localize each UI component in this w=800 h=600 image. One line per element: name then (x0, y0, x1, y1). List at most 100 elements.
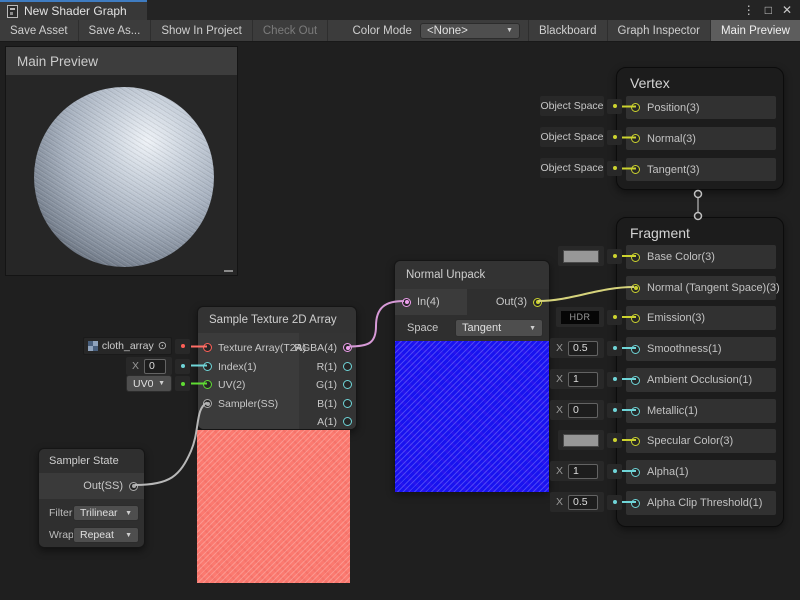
wrap-value: Repeat (80, 529, 114, 541)
alpha-clip-port[interactable] (631, 499, 640, 508)
stack-connector-dot-top (695, 191, 702, 198)
save-asset-button[interactable]: Save Asset (0, 20, 79, 41)
r-port[interactable] (343, 362, 352, 371)
texture-object-field[interactable]: cloth_array ⊙ (83, 337, 172, 355)
main-preview-button[interactable]: Main Preview (710, 20, 800, 41)
emission-port[interactable] (631, 314, 640, 323)
sampler-port[interactable] (203, 399, 212, 408)
smoothness-value-field[interactable]: 0.5 (568, 341, 598, 356)
metallic-port[interactable] (631, 407, 640, 416)
filter-dropdown[interactable]: Trilinear ▼ (73, 505, 139, 521)
smoothness-port[interactable] (631, 345, 640, 354)
graph-inspector-button[interactable]: Graph Inspector (607, 20, 710, 41)
base-color-port[interactable] (631, 253, 640, 262)
resize-handle[interactable] (224, 270, 233, 272)
port-stub (607, 130, 622, 145)
alpha-value-field[interactable]: 1 (568, 464, 598, 479)
specular-color-port[interactable] (631, 437, 640, 446)
metallic-widget: X0 (550, 400, 622, 420)
x-label: X (556, 342, 563, 354)
a-port[interactable] (343, 417, 352, 426)
sampler-state-node[interactable]: Sampler State Out(SS) Filter Trilinear ▼… (38, 448, 145, 548)
tangent-port[interactable] (631, 165, 640, 174)
port-stub (607, 310, 622, 325)
alpha-port[interactable] (631, 468, 640, 477)
rgba-label: RGBA(4) (294, 342, 337, 354)
sample-texture-2d-array-node[interactable]: Sample Texture 2D Array Texture Array(T2… (197, 306, 357, 430)
metallic-value-field[interactable]: 0 (568, 403, 598, 418)
index-value-widget: X0 (126, 357, 190, 375)
x-label: X (556, 496, 563, 508)
vertex-row-normal[interactable]: Normal(3) (626, 127, 776, 150)
maximize-icon[interactable]: □ (765, 4, 772, 16)
tangent-space-selector[interactable]: Object Space (540, 158, 604, 178)
blackboard-button[interactable]: Blackboard (528, 20, 607, 41)
ambient-occlusion-value-field[interactable]: 1 (568, 372, 598, 387)
hdr-swatch[interactable]: HDR (561, 311, 599, 324)
fragment-row-normal-ts[interactable]: Normal (Tangent Space)(3) (626, 276, 776, 300)
texture-name: cloth_array (102, 340, 154, 352)
color-swatch[interactable] (563, 434, 599, 447)
output-a: A(1) (317, 413, 352, 430)
normal-ts-port[interactable] (631, 284, 640, 293)
sampler-state-title: Sampler State (39, 449, 144, 473)
show-in-project-button[interactable]: Show In Project (151, 20, 253, 41)
input-texture-array: Texture Array(T2A) (203, 339, 306, 356)
more-icon[interactable]: ⋮ (743, 4, 755, 16)
uv-channel-dropdown[interactable]: UV0 ▼ (126, 375, 172, 392)
alpha-clip-widget: X 0.5 (550, 492, 622, 512)
uv-channel-widget: UV0 ▼ (126, 375, 190, 392)
color-swatch[interactable] (563, 250, 599, 263)
fragment-node[interactable]: Fragment Base Color(3) Normal (Tangent S… (616, 217, 784, 527)
index-port[interactable] (203, 362, 212, 371)
save-as-button[interactable]: Save As... (79, 20, 152, 41)
b-port[interactable] (343, 399, 352, 408)
smoothness-label: Smoothness(1) (647, 343, 722, 355)
fragment-row-alpha[interactable]: Alpha(1) (626, 460, 776, 484)
normal-port[interactable] (631, 134, 640, 143)
texture-array-port[interactable] (203, 343, 212, 352)
shader-preview-sphere[interactable] (34, 87, 214, 267)
fragment-row-emission[interactable]: Emission(3) (626, 306, 776, 330)
in-port[interactable] (402, 298, 411, 307)
filter-value: Trilinear (80, 507, 118, 519)
vertex-row-tangent[interactable]: Tangent(3) (626, 158, 776, 181)
emission-widget: HDR (556, 307, 622, 327)
fragment-row-smoothness[interactable]: Smoothness(1) (626, 337, 776, 361)
fragment-row-specular-color[interactable]: Specular Color(3) (626, 429, 776, 453)
texture-array-label: Texture Array(T2A) (218, 342, 306, 354)
alpha-clip-value-field[interactable]: 0.5 (568, 495, 598, 510)
fragment-row-metallic[interactable]: Metallic(1) (626, 399, 776, 423)
normal-unpack-node[interactable]: Normal Unpack In(4) Out(3) Space Tangent… (394, 260, 550, 492)
uv-port[interactable] (203, 380, 212, 389)
emission-hdr-field[interactable]: HDR (556, 307, 604, 327)
rgba-port[interactable] (343, 343, 352, 352)
uv-channel-value: UV0 (133, 378, 153, 390)
vertex-node[interactable]: Vertex Position(3) Normal(3) Tangent(3) (616, 67, 784, 190)
filter-label: Filter (49, 507, 72, 519)
base-color-swatch-field[interactable] (558, 246, 604, 266)
object-picker-icon[interactable]: ⊙ (158, 341, 167, 352)
fragment-row-alpha-clip[interactable]: Alpha Clip Threshold(1) (626, 491, 776, 515)
index-value-field[interactable]: 0 (144, 359, 166, 374)
out-ss-port[interactable] (129, 482, 138, 491)
fragment-row-base-color[interactable]: Base Color(3) (626, 245, 776, 269)
out-ss-label: Out(SS) (83, 480, 123, 492)
position-space-selector[interactable]: Object Space (540, 96, 604, 116)
main-preview-panel-header[interactable]: Main Preview (6, 47, 237, 75)
fragment-row-ambient-occlusion[interactable]: Ambient Occlusion(1) (626, 368, 776, 392)
wrap-dropdown[interactable]: Repeat ▼ (73, 527, 139, 543)
color-mode-dropdown[interactable]: <None> ▼ (420, 23, 520, 39)
sample-texture-node-title: Sample Texture 2D Array (198, 307, 356, 333)
vertex-row-position[interactable]: Position(3) (626, 96, 776, 119)
out-port[interactable] (533, 298, 542, 307)
specular-color-widget (558, 430, 622, 450)
tab-new-shader-graph[interactable]: New Shader Graph (0, 0, 147, 20)
space-dropdown[interactable]: Tangent ▼ (455, 319, 543, 337)
normal-space-selector[interactable]: Object Space (540, 127, 604, 147)
g-port[interactable] (343, 380, 352, 389)
specular-color-swatch-field[interactable] (558, 430, 604, 450)
close-icon[interactable]: ✕ (782, 4, 792, 16)
ambient-occlusion-port[interactable] (631, 376, 640, 385)
position-port[interactable] (631, 103, 640, 112)
